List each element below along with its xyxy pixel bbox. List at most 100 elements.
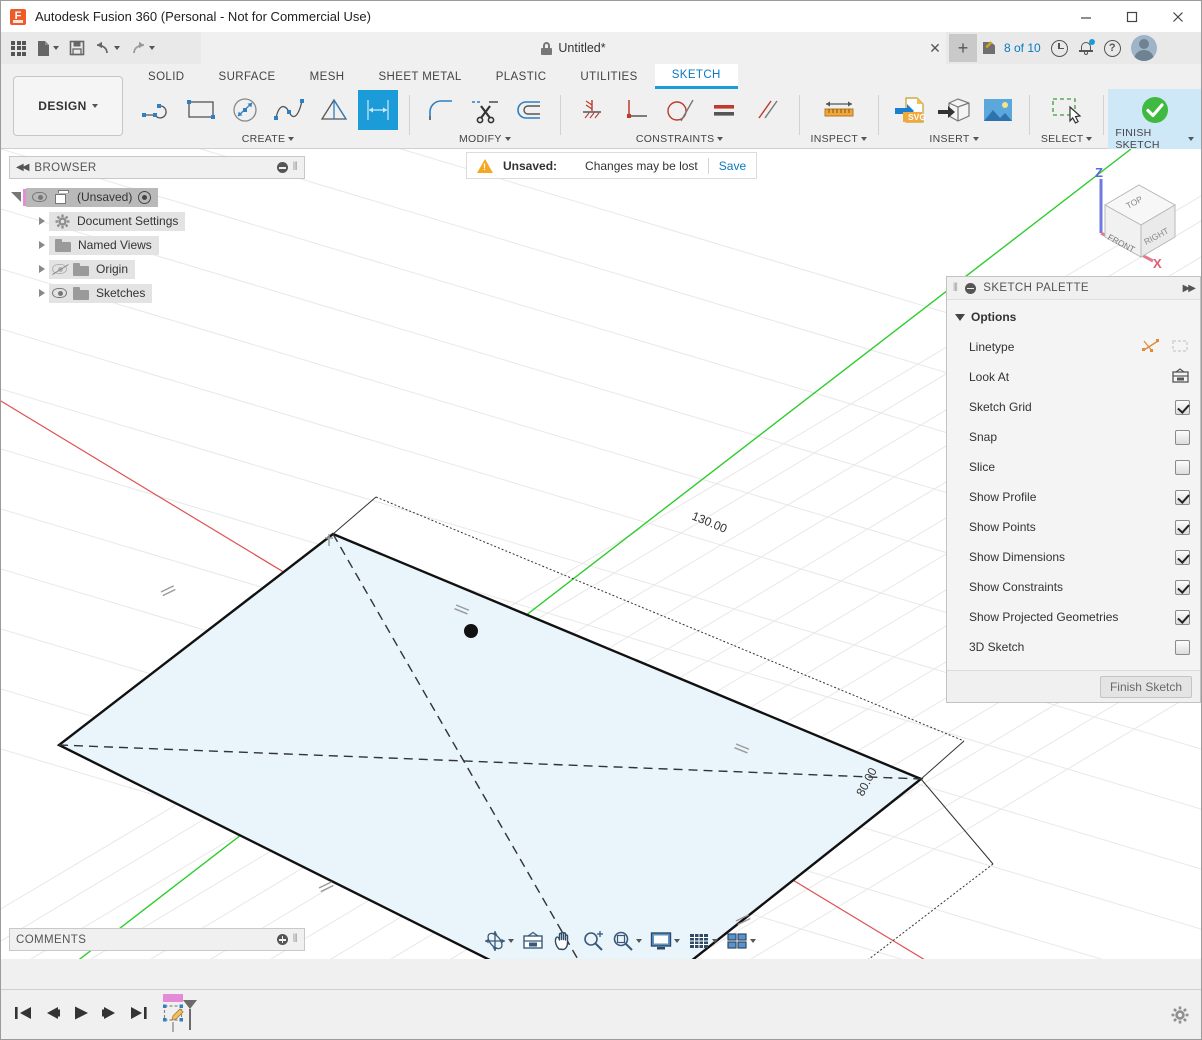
insert-canvas-image-icon[interactable] xyxy=(978,90,1018,130)
maximize-icon[interactable] xyxy=(1109,1,1155,32)
collapse-left-icon[interactable]: ◀◀ xyxy=(16,162,27,173)
tab-plastic[interactable]: PLASTIC xyxy=(479,64,564,89)
jump-to-end-icon[interactable] xyxy=(129,1004,149,1025)
tab-mesh[interactable]: MESH xyxy=(293,64,362,89)
job-status[interactable]: 8 of 10 xyxy=(981,40,1041,56)
rectangle-icon[interactable] xyxy=(182,90,222,130)
panel-finish-sketch-label[interactable]: FINISH SKETCH xyxy=(1115,131,1194,147)
close-tab-icon[interactable]: ✕ xyxy=(921,32,949,64)
show-projected-geometries-checkbox[interactable] xyxy=(1175,610,1190,625)
minus-circle-icon[interactable] xyxy=(965,283,976,294)
line-icon[interactable] xyxy=(138,90,178,130)
show-points-checkbox[interactable] xyxy=(1175,520,1190,535)
sketch-grid-checkbox[interactable] xyxy=(1175,400,1190,415)
tangent-icon[interactable] xyxy=(660,90,700,130)
comments-panel[interactable]: COMMENTS ⦀ xyxy=(9,928,305,951)
look-at-icon[interactable] xyxy=(519,928,547,954)
display-settings-icon[interactable] xyxy=(647,928,683,954)
trim-scissors-icon[interactable] xyxy=(465,90,505,130)
expand-arrow-icon[interactable] xyxy=(9,185,23,209)
option-show-points[interactable]: Show Points xyxy=(947,512,1200,542)
view-cube[interactable]: Z X TOP FRONT RIGHT xyxy=(1079,161,1199,276)
document-tab[interactable]: Untitled* xyxy=(201,32,946,64)
viewports-icon[interactable] xyxy=(723,928,759,954)
show-profile-checkbox[interactable] xyxy=(1175,490,1190,505)
tree-item-document-settings[interactable]: Document Settings xyxy=(9,209,305,233)
visibility-eye-icon[interactable] xyxy=(52,287,69,300)
minimize-icon[interactable] xyxy=(1063,1,1109,32)
panel-grip[interactable]: ⦀ xyxy=(293,933,298,946)
finish-sketch-check-icon[interactable] xyxy=(1135,90,1175,130)
tree-item-origin[interactable]: Origin xyxy=(9,257,305,281)
tree-item-unsaved[interactable]: (Unsaved) xyxy=(9,185,305,209)
finish-sketch-button[interactable]: Finish Sketch xyxy=(1100,676,1192,698)
fit-icon[interactable] xyxy=(609,928,645,954)
tab-surface[interactable]: SURFACE xyxy=(202,64,293,89)
panel-modify-label[interactable]: MODIFY xyxy=(459,131,511,147)
tree-item-named-views[interactable]: Named Views xyxy=(9,233,305,257)
expand-arrow-icon[interactable] xyxy=(35,209,49,233)
expand-arrow-icon[interactable] xyxy=(35,233,49,257)
step-back-icon[interactable] xyxy=(42,1004,62,1025)
workspace-switcher[interactable]: DESIGN xyxy=(13,76,123,136)
redo-icon[interactable] xyxy=(126,35,159,61)
panel-inspect-label[interactable]: INSPECT xyxy=(811,131,868,147)
bell-icon[interactable] xyxy=(1078,40,1094,56)
new-tab-plus-icon[interactable]: + xyxy=(949,34,977,62)
triangle-icon[interactable] xyxy=(314,90,354,130)
help-icon[interactable]: ? xyxy=(1104,40,1121,57)
select-cursor-icon[interactable] xyxy=(1047,90,1087,130)
expand-arrow-icon[interactable] xyxy=(35,257,49,281)
tab-utilities[interactable]: UTILITIES xyxy=(563,64,654,89)
option-show-dimensions[interactable]: Show Dimensions xyxy=(947,542,1200,572)
orbit-icon[interactable] xyxy=(481,928,517,954)
save-icon[interactable] xyxy=(65,35,89,61)
plus-circle-icon[interactable] xyxy=(277,934,288,945)
panel-grip[interactable]: ⦀ xyxy=(293,161,298,174)
pan-hand-icon[interactable] xyxy=(549,928,577,954)
panel-finish-sketch[interactable]: FINISH SKETCH xyxy=(1108,89,1201,149)
minus-circle-icon[interactable] xyxy=(277,162,288,173)
option-snap[interactable]: Snap xyxy=(947,422,1200,452)
look-at-icon[interactable] xyxy=(1171,368,1190,387)
timeline-feature-sketch[interactable] xyxy=(163,994,207,1036)
offset-icon[interactable] xyxy=(509,90,549,130)
zoom-icon[interactable] xyxy=(579,928,607,954)
perpendicular-icon[interactable] xyxy=(616,90,656,130)
3d-sketch-checkbox[interactable] xyxy=(1175,640,1190,655)
browser-header[interactable]: ◀◀ BROWSER ⦀ xyxy=(9,156,305,179)
save-button[interactable]: Save xyxy=(719,159,746,173)
measure-ruler-icon[interactable] xyxy=(819,90,859,130)
tab-sheet-metal[interactable]: SHEET METAL xyxy=(361,64,478,89)
option-look-at[interactable]: Look At xyxy=(947,362,1200,392)
circle-icon[interactable] xyxy=(226,90,266,130)
panel-create-label[interactable]: CREATE xyxy=(242,131,295,147)
visibility-eye-icon[interactable] xyxy=(32,191,49,204)
linetype-normal-icon[interactable] xyxy=(1142,338,1161,357)
app-grid-icon[interactable] xyxy=(7,35,30,61)
fillet-icon[interactable] xyxy=(421,90,461,130)
option-slice[interactable]: Slice xyxy=(947,452,1200,482)
new-document-icon[interactable] xyxy=(32,35,63,61)
insert-derive-icon[interactable] xyxy=(934,90,974,130)
show-constraints-checkbox[interactable] xyxy=(1175,580,1190,595)
spline-icon[interactable] xyxy=(270,90,310,130)
grid-snaps-icon[interactable] xyxy=(685,928,721,954)
tab-sketch[interactable]: SKETCH xyxy=(655,64,738,89)
option-show-constraints[interactable]: Show Constraints xyxy=(947,572,1200,602)
panel-insert-label[interactable]: INSERT xyxy=(929,131,978,147)
undo-icon[interactable] xyxy=(91,35,124,61)
rectangle-selected-icon[interactable] xyxy=(358,90,398,130)
panel-select-label[interactable]: SELECT xyxy=(1041,131,1093,147)
parallel-icon[interactable] xyxy=(748,90,788,130)
panel-constraints-label[interactable]: CONSTRAINTS xyxy=(636,131,724,147)
option-sketch-grid[interactable]: Sketch Grid xyxy=(947,392,1200,422)
clock-icon[interactable] xyxy=(1051,40,1068,57)
tree-item-sketches[interactable]: Sketches xyxy=(9,281,305,305)
sketch-palette-header[interactable]: ⦀ SKETCH PALETTE ▶▶ xyxy=(947,277,1200,300)
user-avatar-icon[interactable] xyxy=(1131,35,1157,61)
activate-component-icon[interactable] xyxy=(138,191,151,204)
slice-checkbox[interactable] xyxy=(1175,460,1190,475)
tab-solid[interactable]: SOLID xyxy=(131,64,202,89)
fix-constraint-icon[interactable] xyxy=(572,90,612,130)
